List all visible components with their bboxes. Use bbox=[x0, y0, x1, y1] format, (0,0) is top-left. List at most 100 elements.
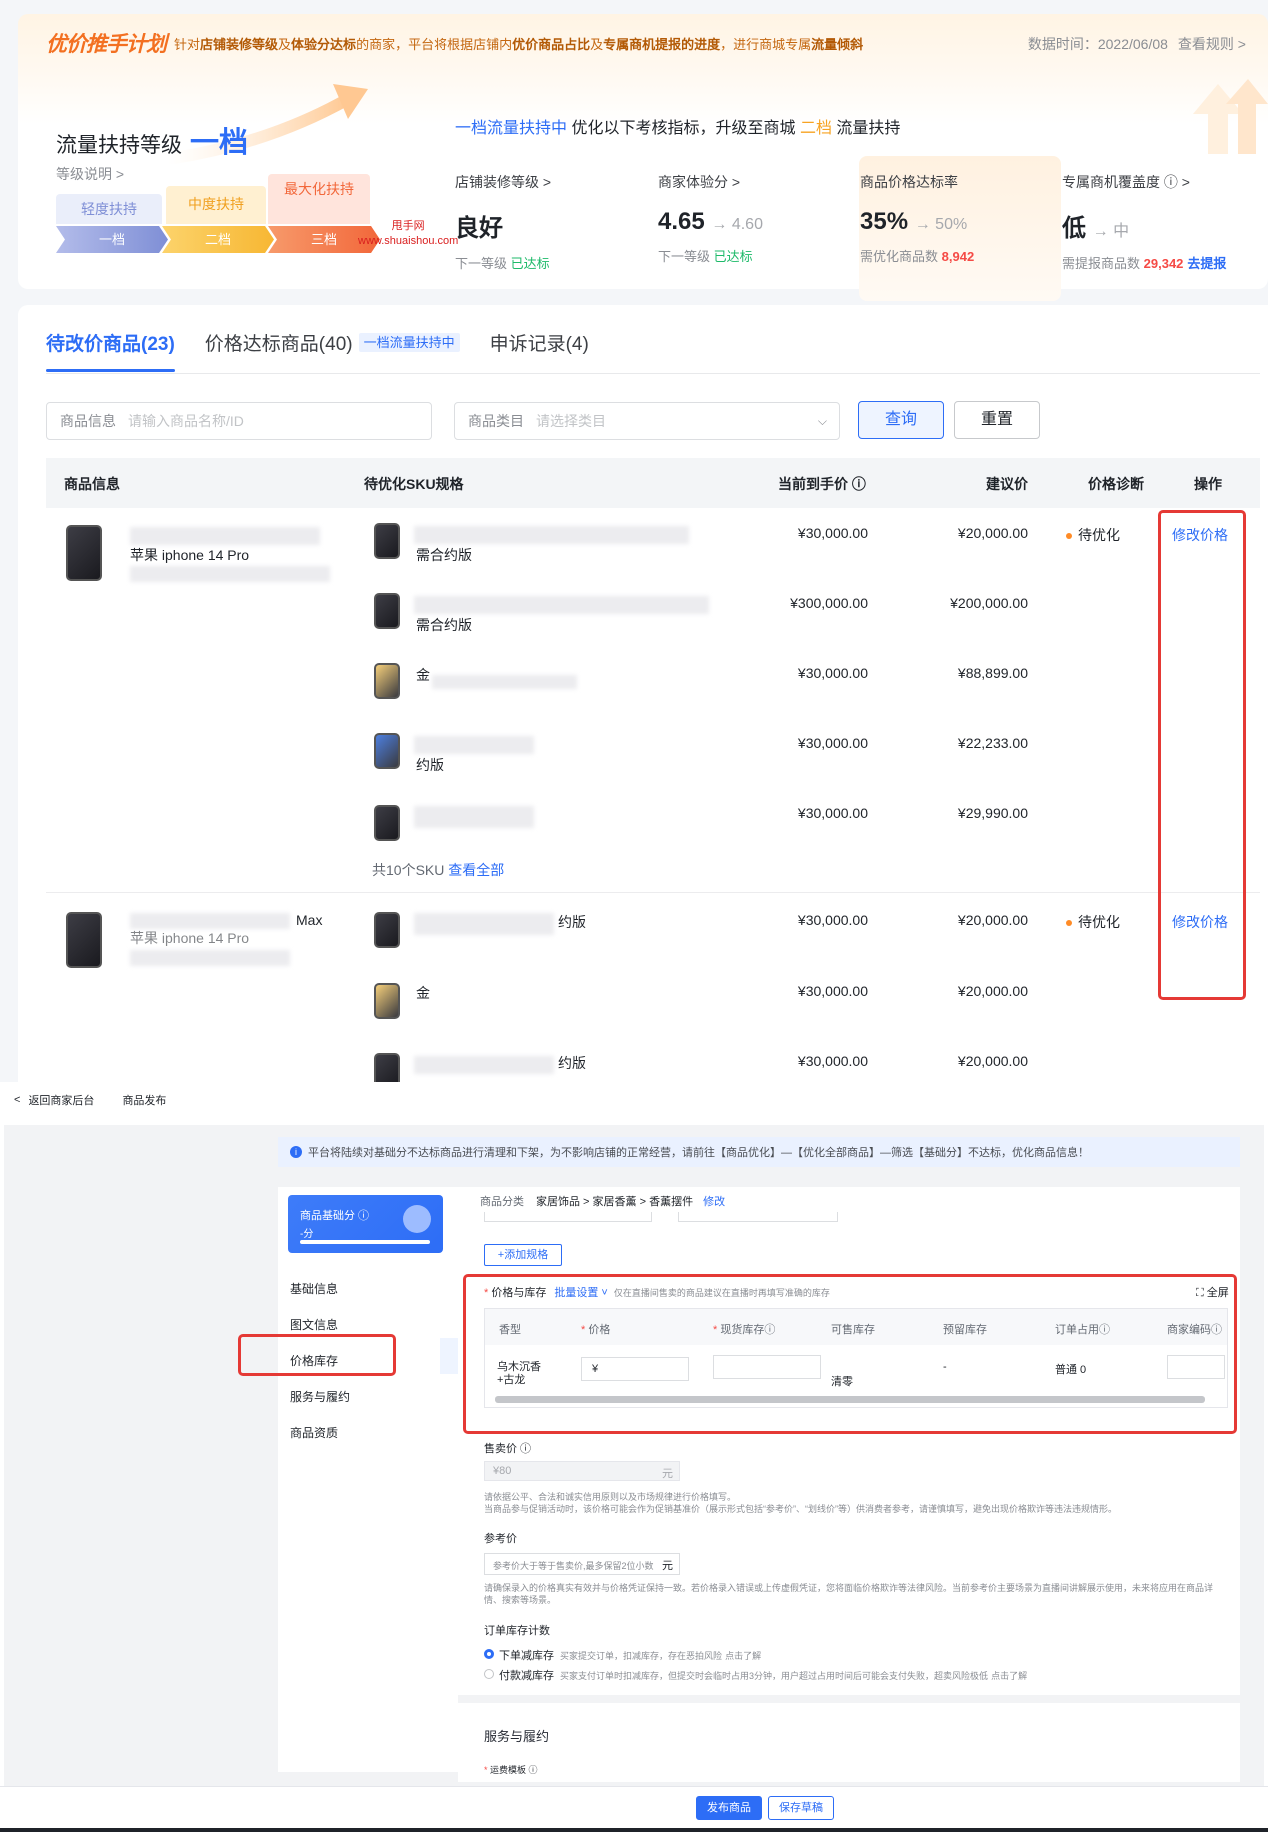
back-link[interactable]: 返回商家后台 bbox=[28, 1092, 94, 1108]
suggest-price: ¥29,990.00 bbox=[957, 805, 1028, 821]
tier-2-title: 中度扶持 bbox=[166, 186, 266, 224]
view-all-link[interactable]: 查看全部 bbox=[448, 862, 504, 878]
suggest-price: ¥20,000.00 bbox=[957, 525, 1028, 541]
price-plan-page: 优价推手计划 针对店铺装修等级及体验分达标的商家，平台将根据店铺内优价商品占比及… bbox=[0, 0, 1268, 1082]
suggest-price: ¥200,000.00 bbox=[950, 595, 1028, 611]
service-title: 服务与履约 bbox=[484, 1729, 550, 1744]
info-icon: i bbox=[290, 1146, 302, 1158]
score-card: 商品基础分 ⓘ -分 bbox=[288, 1195, 443, 1253]
save-draft-button[interactable]: 保存草稿 bbox=[768, 1796, 834, 1820]
rules-link[interactable]: 查看规则 > bbox=[1178, 36, 1246, 52]
metric-decoration: 店铺装修等级 > 良好 下一等级 已达标 bbox=[455, 172, 655, 272]
sku-spec: 需合约版 bbox=[416, 617, 472, 633]
category-edit-link[interactable]: 修改 bbox=[703, 1196, 725, 1208]
current-level: 一档 bbox=[190, 127, 249, 159]
product-name-suffix: Max bbox=[296, 912, 323, 928]
sku-image bbox=[374, 1053, 400, 1082]
sku-spec: 金 bbox=[416, 667, 430, 683]
category-select[interactable]: 商品类目 请选择类目 ⌵ bbox=[454, 402, 840, 440]
sell-price-label: 售卖价 ⓘ bbox=[484, 1443, 532, 1455]
level-title: 流量扶持等级 一档 bbox=[56, 127, 249, 159]
product-image bbox=[66, 912, 102, 968]
current-price: ¥30,000.00 bbox=[797, 525, 868, 541]
radio-order-deduct[interactable]: 下单减库存 买家提交订单，扣减库存，存在恶拍风险 点击了解 bbox=[484, 1647, 761, 1663]
metric-foot: 需提报商品数 29,342 去提报 bbox=[1062, 256, 1227, 271]
reset-button[interactable]: 重置 bbox=[954, 401, 1040, 439]
diagnosis: 待优化 bbox=[1066, 525, 1120, 545]
current-price: ¥300,000.00 bbox=[790, 595, 868, 611]
sku-image bbox=[374, 593, 400, 629]
publish-button[interactable]: 发布商品 bbox=[696, 1796, 762, 1820]
metric-foot: 需优化商品数 8,942 bbox=[860, 249, 975, 264]
tier-2-step: 二档 bbox=[162, 226, 274, 253]
data-time: 数据时间：2022/06/08 查看规则 > bbox=[1027, 36, 1246, 52]
tab-qualified[interactable]: 价格达标商品(40) 一档流量扶持中 bbox=[205, 329, 460, 370]
nav-images[interactable]: 图文信息 bbox=[290, 1316, 338, 1333]
tier-1-step: 一档 bbox=[56, 226, 168, 253]
ref-price-input[interactable]: 参考价大于等于售卖价,最多保留2位小数元 bbox=[484, 1553, 680, 1575]
product-name: 苹果 iphone 14 Pro bbox=[130, 547, 250, 563]
watermark: 甩手网 www.shuaishou.com bbox=[358, 220, 459, 247]
sku-image bbox=[374, 523, 400, 559]
radio-pay-deduct[interactable]: 付款减库存 买家支付订单时扣减库存，但提交时会临时占用3分钟，用户超过占用时间后可… bbox=[484, 1667, 1027, 1683]
sku-spec: 需合约版 bbox=[416, 547, 472, 563]
tab-appeal[interactable]: 申诉记录(4) bbox=[490, 329, 589, 370]
metric-label[interactable]: 商家体验分 > bbox=[658, 172, 858, 192]
product-name: 苹果 iphone 14 Pro bbox=[130, 930, 250, 946]
highlight-box-stock bbox=[463, 1274, 1237, 1434]
nav-qualification[interactable]: 商品资质 bbox=[290, 1424, 338, 1441]
sku-spec: 金 bbox=[416, 985, 430, 1001]
metric-value: 35% → 50% bbox=[860, 208, 968, 235]
product-search-input[interactable]: 商品信息 请输入商品名称/ID bbox=[46, 402, 432, 440]
sku-image bbox=[374, 983, 400, 1019]
metric-foot: 下一等级 已达标 bbox=[455, 256, 550, 271]
metric-foot: 下一等级 已达标 bbox=[658, 249, 753, 264]
sku-image bbox=[374, 663, 400, 699]
metric-label[interactable]: 专属商机覆盖度 ⓘ > bbox=[1062, 172, 1262, 192]
page-name: 商品发布 bbox=[122, 1095, 167, 1107]
suggest-price: ¥22,233.00 bbox=[957, 735, 1028, 751]
metric-opportunity: 专属商机覆盖度 ⓘ > 低 → 中 需提报商品数 29,342 去提报 bbox=[1062, 172, 1262, 272]
current-price: ¥30,000.00 bbox=[797, 665, 868, 681]
submit-link[interactable]: 去提报 bbox=[1187, 256, 1226, 271]
current-price: ¥30,000.00 bbox=[797, 735, 868, 751]
current-price: ¥30,000.00 bbox=[797, 1053, 868, 1069]
plan-logo: 优价推手计划 bbox=[46, 33, 167, 56]
side-nav bbox=[278, 1187, 458, 1772]
add-spec-button[interactable]: +添加规格 bbox=[484, 1244, 562, 1266]
sell-price-input[interactable]: ¥80 元 bbox=[484, 1461, 680, 1481]
nav-basic-info[interactable]: 基础信息 bbox=[290, 1280, 338, 1297]
ref-price-label: 参考价 bbox=[484, 1533, 517, 1545]
current-price: ¥30,000.00 bbox=[797, 983, 868, 999]
sku-spec: 约版 bbox=[558, 1055, 586, 1071]
current-price: ¥30,000.00 bbox=[797, 805, 868, 821]
sku-count: 共10个SKU 查看全部 bbox=[372, 862, 505, 878]
plan-description: 针对店铺装修等级及体验分达标的商家，平台将根据店铺内优价商品占比及专属商机提报的… bbox=[174, 36, 864, 52]
nav-service[interactable]: 服务与履约 bbox=[290, 1388, 350, 1405]
metric-value: 4.65 → 4.60 bbox=[658, 208, 763, 235]
suggest-price: ¥88,899.00 bbox=[957, 665, 1028, 681]
product-image bbox=[66, 525, 102, 581]
sku-spec: 约版 bbox=[558, 914, 586, 930]
tier-1-title: 轻度扶持 bbox=[56, 194, 162, 224]
metric-label[interactable]: 店铺装修等级 > bbox=[455, 172, 655, 192]
category-row: 商品分类 家居饰品 > 家居香薰 > 香薰摆件 修改 bbox=[480, 1196, 726, 1208]
tab-bar: 待改价商品(23) 价格达标商品(40) 一档流量扶持中 申诉记录(4) bbox=[46, 329, 619, 372]
suggest-price: ¥20,000.00 bbox=[957, 1053, 1028, 1069]
sku-spec: 约版 bbox=[416, 757, 444, 773]
level-explain-link[interactable]: 等级说明 > bbox=[56, 164, 124, 184]
back-chevron-icon[interactable]: < bbox=[14, 1094, 20, 1106]
diagnosis: 待优化 bbox=[1066, 912, 1120, 932]
suggest-price: ¥20,000.00 bbox=[957, 912, 1028, 928]
sku-image bbox=[374, 805, 400, 841]
top-nav: < 返回商家后台 商品发布 bbox=[0, 1085, 1268, 1115]
support-badge: 一档流量扶持中 bbox=[358, 333, 460, 352]
up-arrow-decor-icon bbox=[1193, 79, 1268, 154]
deduct-label: 订单库存计数 bbox=[484, 1625, 550, 1637]
tab-pending[interactable]: 待改价商品(23) bbox=[46, 329, 175, 372]
current-price: ¥30,000.00 bbox=[797, 912, 868, 928]
query-button[interactable]: 查询 bbox=[858, 401, 944, 439]
chevron-down-icon: ⌵ bbox=[817, 413, 827, 428]
sku-image bbox=[374, 912, 400, 948]
plan-banner: 优价推手计划 针对店铺装修等级及体验分达标的商家，平台将根据店铺内优价商品占比及… bbox=[18, 14, 1268, 301]
